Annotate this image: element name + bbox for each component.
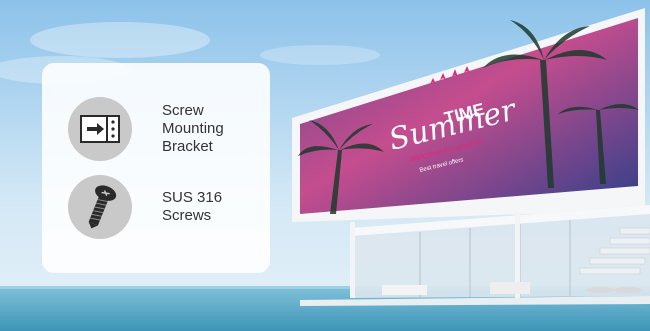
mounting-bracket-icon xyxy=(68,97,132,161)
feature-card: Screw Mounting Bracket SUS 316 Screws xyxy=(42,63,270,273)
hero-image: Summer TIME Welcome to paradise Best tra… xyxy=(0,0,650,331)
feature-item-screws: SUS 316 Screws xyxy=(68,175,222,239)
screw-icon xyxy=(68,175,132,239)
feature-item-bracket: Screw Mounting Bracket xyxy=(68,97,224,161)
feature-label-screws: SUS 316 Screws xyxy=(162,189,223,224)
feature-label-bracket: Screw Mounting Bracket xyxy=(162,102,224,155)
